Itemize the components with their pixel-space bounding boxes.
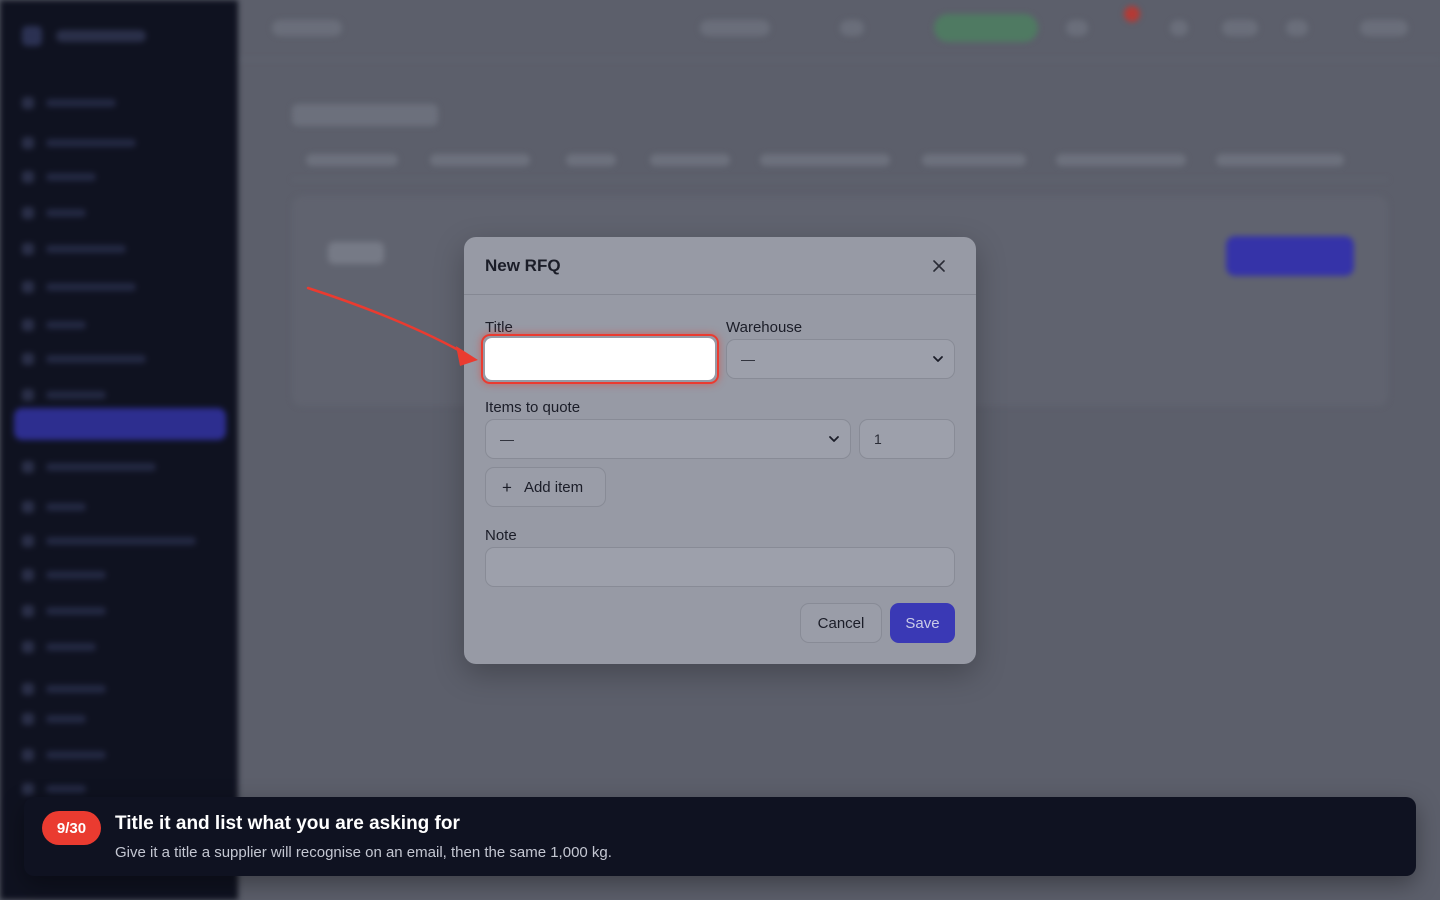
page-tab	[760, 154, 890, 166]
topbar	[238, 0, 1440, 60]
notification-dot	[1124, 6, 1140, 22]
item-select-value: —	[500, 431, 514, 447]
page-tab	[1056, 154, 1186, 166]
background-primary-button	[1226, 236, 1354, 276]
topbar-status-pill	[934, 14, 1038, 42]
page-tab	[306, 154, 398, 166]
modal-header: New RFQ	[464, 237, 976, 295]
modal-title: New RFQ	[485, 256, 561, 275]
topbar-item	[1066, 20, 1088, 36]
sidebar-active-item	[14, 408, 226, 440]
tour-description: Give it a title a supplier will recognis…	[115, 844, 612, 861]
add-item-button[interactable]: + Add item	[485, 467, 606, 507]
topbar-item	[1286, 20, 1308, 36]
page-tab	[566, 154, 616, 166]
topbar-item	[840, 20, 864, 36]
topbar-item	[1222, 20, 1258, 36]
topbar-item	[1360, 20, 1408, 36]
sidebar	[0, 0, 238, 900]
save-button[interactable]: Save	[890, 603, 955, 643]
topbar-item	[700, 20, 770, 36]
section-heading-placeholder	[328, 242, 384, 264]
items-label: Items to quote	[485, 399, 581, 416]
warehouse-label: Warehouse	[726, 319, 803, 336]
chevron-down-icon	[933, 356, 943, 362]
page-title-placeholder	[292, 104, 438, 126]
quantity-input[interactable]: 1	[859, 419, 955, 459]
chevron-down-icon	[829, 436, 839, 442]
note-input[interactable]	[485, 547, 955, 587]
page-tab	[650, 154, 730, 166]
page-tab	[1216, 154, 1344, 166]
topbar-item	[272, 20, 342, 36]
tour-title: Title it and list what you are asking fo…	[115, 813, 460, 834]
warehouse-select-value: —	[741, 351, 755, 367]
page-tab	[922, 154, 1026, 166]
title-input[interactable]	[485, 338, 715, 380]
close-icon	[933, 260, 945, 272]
tour-step-badge: 9/30	[42, 811, 101, 845]
logo	[22, 24, 152, 48]
tour-banner: 9/30 Title it and list what you are aski…	[24, 797, 1416, 876]
note-label: Note	[485, 527, 517, 544]
cancel-button[interactable]: Cancel	[800, 603, 882, 643]
item-select[interactable]: —	[485, 419, 851, 459]
quantity-value: 1	[874, 431, 882, 447]
plus-icon: +	[502, 477, 512, 497]
warehouse-select[interactable]: —	[726, 339, 955, 379]
close-button[interactable]	[926, 253, 952, 279]
page-tab	[430, 154, 530, 166]
add-item-label: Add item	[523, 478, 584, 496]
topbar-item	[1170, 20, 1188, 36]
